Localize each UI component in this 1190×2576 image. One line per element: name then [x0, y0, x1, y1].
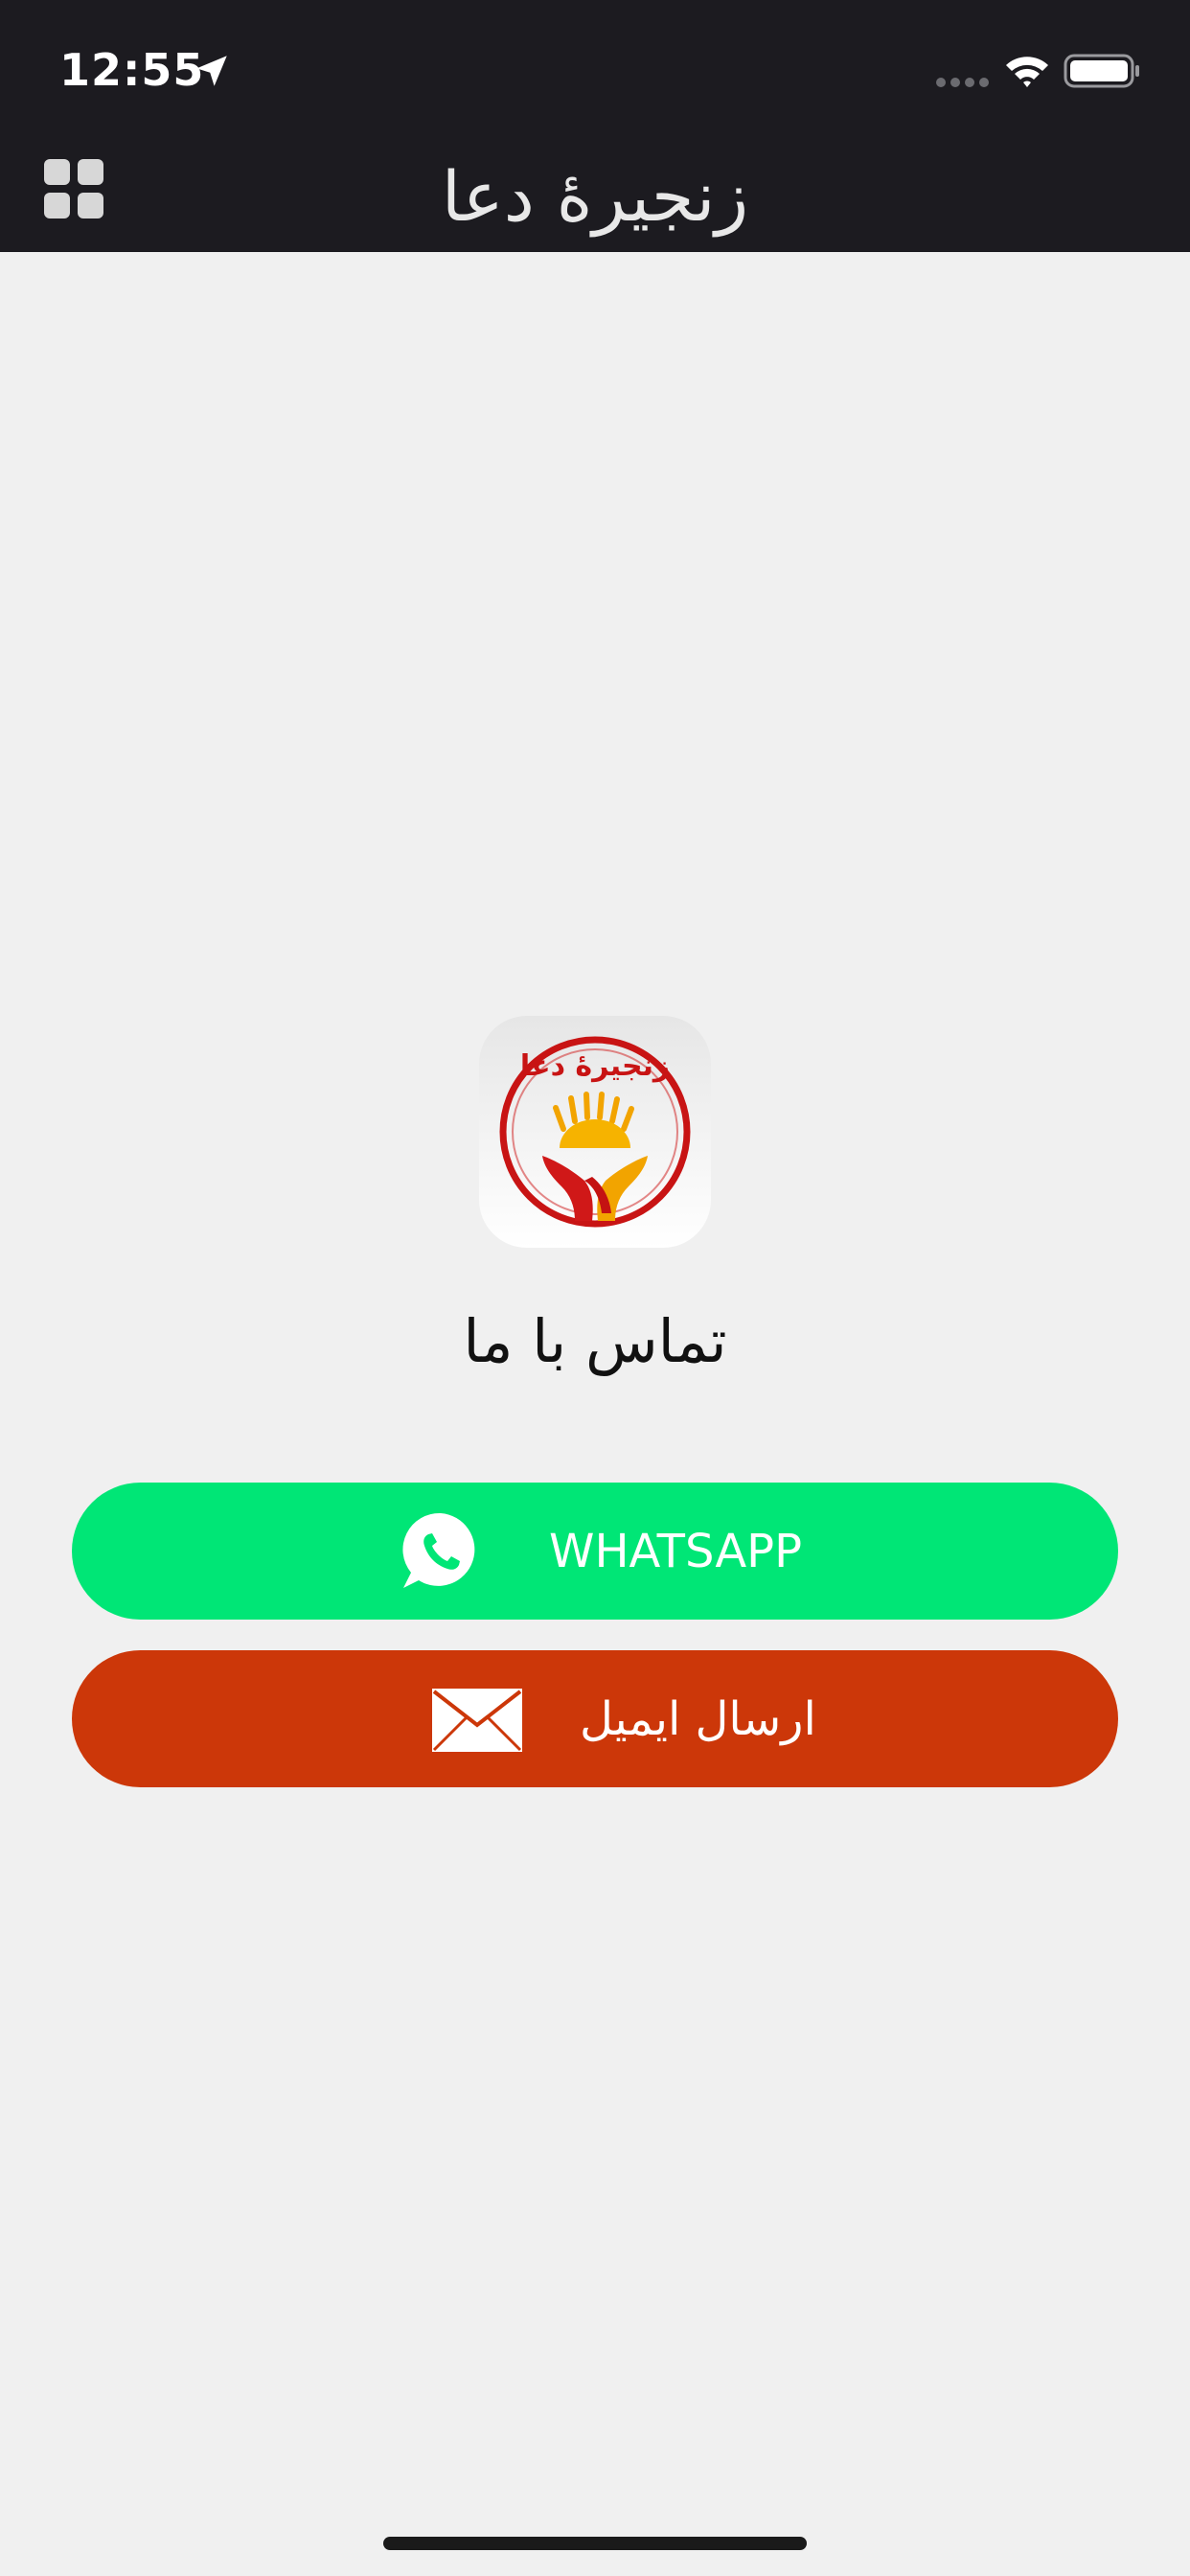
whatsapp-icon	[402, 1512, 475, 1588]
logo-text: زنجیرهٔ دعا	[520, 1049, 670, 1083]
location-arrow-icon	[196, 56, 227, 86]
whatsapp-label: WHATSAPP	[549, 1525, 803, 1578]
prayer-hands-logo-icon: زنجیرهٔ دعا	[499, 1036, 691, 1228]
cellular-signal-icon	[936, 78, 989, 87]
whatsapp-button[interactable]: WHATSAPP	[72, 1483, 1118, 1620]
home-indicator[interactable]	[383, 2537, 807, 2550]
app-header: 12:55 زنجیرهٔ دعا	[0, 0, 1190, 252]
envelope-icon	[432, 1689, 522, 1752]
battery-icon	[1064, 54, 1139, 88]
send-email-button[interactable]: ارسال ایمیل	[72, 1650, 1118, 1787]
app-logo: زنجیرهٔ دعا	[479, 1016, 711, 1248]
page-title: زنجیرهٔ دعا	[441, 156, 749, 237]
send-email-label: ارسال ایمیل	[580, 1692, 816, 1746]
status-time: 12:55	[59, 44, 205, 96]
wifi-icon	[1006, 57, 1048, 87]
contact-title: تماس با ما	[463, 1306, 727, 1376]
